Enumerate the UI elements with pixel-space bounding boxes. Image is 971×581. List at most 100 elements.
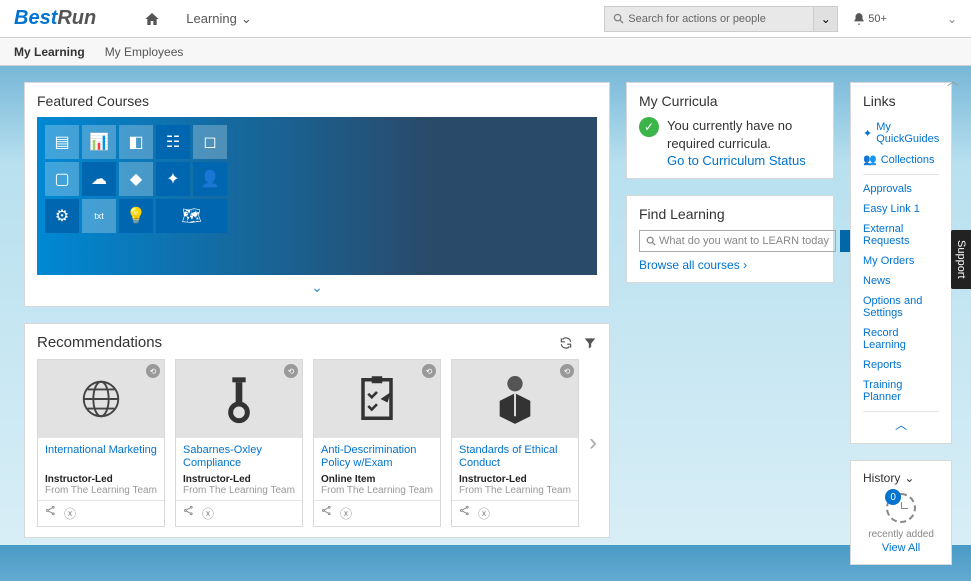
recommendation-card: ⟲ International Marketing Instructor-Led… xyxy=(37,359,165,527)
tile-icon: txt xyxy=(82,199,116,233)
tile-icon: ◻ xyxy=(193,125,227,159)
dismiss-icon[interactable]: ⓧ xyxy=(64,505,76,522)
nav-learning-dropdown[interactable]: Learning ⌄ xyxy=(186,11,252,27)
tile-icon: ▤ xyxy=(45,125,79,159)
home-icon[interactable] xyxy=(144,11,160,27)
featured-carousel-image[interactable]: ▤ 📊 ◧ ☷ ◻ ▢ ☁ ◆ ✦ 👤 ⚙ txt 💡 🗺 xyxy=(37,117,597,275)
link-reports[interactable]: Reports xyxy=(863,355,939,375)
tile-icon: 💡 xyxy=(119,199,153,233)
card-title-link[interactable]: Anti-Descrimination Policy w/Exam xyxy=(321,444,433,470)
refresh-icon[interactable] xyxy=(559,336,573,350)
link-icon[interactable]: ⟲ xyxy=(560,364,574,378)
card-title-link[interactable]: Sabarnes-Oxley Compliance xyxy=(183,444,295,470)
nav-learning-label: Learning xyxy=(186,11,237,26)
tile-icon: ▢ xyxy=(45,162,79,196)
tab-my-learning[interactable]: My Learning xyxy=(14,45,85,59)
tile-icon: 🗺 xyxy=(156,199,227,233)
bell-icon xyxy=(852,12,866,26)
card-from: From The Learning Team xyxy=(459,485,571,496)
carousel-next-icon[interactable]: › xyxy=(589,429,597,457)
link-options-settings[interactable]: Options and Settings xyxy=(863,291,939,323)
card-thumbnail: ⟲ xyxy=(314,360,440,438)
chevron-down-icon: ⌄ xyxy=(241,11,252,27)
card-type: Instructor-Led xyxy=(183,474,295,485)
history-recently-label: recently added xyxy=(863,529,939,540)
card-thumbnail: ⟲ xyxy=(176,360,302,438)
share-icon[interactable] xyxy=(321,505,332,522)
dismiss-icon[interactable]: ⓧ xyxy=(478,505,490,522)
link-icon[interactable]: ⟲ xyxy=(422,364,436,378)
dismiss-icon[interactable]: ⓧ xyxy=(340,505,352,522)
link-collections[interactable]: 👥Collections xyxy=(863,149,939,170)
link-icon[interactable]: ⟲ xyxy=(284,364,298,378)
search-placeholder: Search for actions or people xyxy=(628,13,766,25)
chevron-down-icon: ⌄ xyxy=(904,471,914,485)
tile-icon: ✦ xyxy=(156,162,190,196)
link-icon[interactable]: ⟲ xyxy=(146,364,160,378)
chevron-right-icon: › xyxy=(743,258,747,272)
link-easy-link[interactable]: Easy Link 1 xyxy=(863,199,939,219)
card-from: From The Learning Team xyxy=(321,485,433,496)
tile-icon: ☁ xyxy=(82,162,116,196)
link-record-learning[interactable]: Record Learning xyxy=(863,323,939,355)
recommendations-title: Recommendations xyxy=(37,334,162,351)
curricula-text: You currently have no required curricula… xyxy=(667,117,821,153)
history-toggle[interactable]: History ⌄ xyxy=(863,471,939,485)
search-icon xyxy=(646,236,656,246)
curricula-title: My Curricula xyxy=(639,93,821,109)
notification-count: 50+ xyxy=(868,13,887,25)
link-news[interactable]: News xyxy=(863,271,939,291)
chevron-down-icon: ⌄ xyxy=(821,12,831,26)
search-input[interactable]: Search for actions or people xyxy=(604,6,814,32)
logo[interactable]: BestRun xyxy=(14,7,96,30)
link-external-requests[interactable]: External Requests xyxy=(863,219,939,251)
browse-all-link[interactable]: Browse all courses › xyxy=(639,258,821,272)
user-dropdown[interactable]: ⌄ xyxy=(947,12,957,26)
share-icon[interactable] xyxy=(459,505,470,522)
find-placeholder: What do you want to LEARN today xyxy=(659,235,829,247)
link-training-planner[interactable]: Training Planner xyxy=(863,375,939,407)
card-title-link[interactable]: Standards of Ethical Conduct xyxy=(459,444,571,470)
find-learning-title: Find Learning xyxy=(639,206,821,222)
featured-expand-icon[interactable]: ⌄ xyxy=(37,275,597,296)
tile-icon: ⚙ xyxy=(45,199,79,233)
filter-icon[interactable] xyxy=(583,336,597,350)
tile-icon: ☷ xyxy=(156,125,190,159)
recommendation-card: ⟲ Sabarnes-Oxley Compliance Instructor-L… xyxy=(175,359,303,527)
search-icon xyxy=(613,13,624,24)
share-icon[interactable] xyxy=(183,505,194,522)
notifications[interactable]: 50+ xyxy=(852,12,887,26)
card-type: Instructor-Led xyxy=(459,474,571,485)
share-icon[interactable] xyxy=(45,505,56,522)
tile-icon: 👤 xyxy=(193,162,227,196)
card-type: Instructor-Led xyxy=(45,474,157,485)
people-icon: 👥 xyxy=(863,153,877,166)
tab-my-employees[interactable]: My Employees xyxy=(105,45,184,59)
support-tab[interactable]: Support xyxy=(951,230,971,289)
card-from: From The Learning Team xyxy=(45,485,157,496)
star-icon: ✦ xyxy=(863,127,872,140)
curriculum-status-link[interactable]: Go to Curriculum Status xyxy=(667,153,821,168)
card-thumbnail: ⟲ xyxy=(38,360,164,438)
link-quickguides[interactable]: ✦My QuickGuides xyxy=(863,117,939,149)
dismiss-icon[interactable]: ⓧ xyxy=(202,505,214,522)
link-my-orders[interactable]: My Orders xyxy=(863,251,939,271)
check-icon: ✓ xyxy=(639,117,659,137)
links-title: Links xyxy=(863,93,939,109)
search-dropdown[interactable]: ⌄ xyxy=(814,6,838,32)
recommendation-card: ⟲ Standards of Ethical Conduct Instructo… xyxy=(451,359,579,527)
card-title-link[interactable]: International Marketing xyxy=(45,444,157,470)
tile-icon: ◧ xyxy=(119,125,153,159)
links-collapse-icon[interactable]: ︿ xyxy=(863,411,939,433)
card-from: From The Learning Team xyxy=(183,485,295,496)
collapse-panel-icon[interactable]: ︿ xyxy=(947,72,959,89)
link-approvals[interactable]: Approvals xyxy=(863,179,939,199)
tile-icon: ◆ xyxy=(119,162,153,196)
recommendation-card: ⟲ Anti-Descrimination Policy w/Exam Onli… xyxy=(313,359,441,527)
history-view-all-link[interactable]: View All xyxy=(863,542,939,554)
featured-title: Featured Courses xyxy=(37,93,597,109)
card-type: Online Item xyxy=(321,474,433,485)
find-learning-input[interactable]: What do you want to LEARN today xyxy=(639,230,836,252)
card-thumbnail: ⟲ xyxy=(452,360,578,438)
tile-icon: 📊 xyxy=(82,125,116,159)
